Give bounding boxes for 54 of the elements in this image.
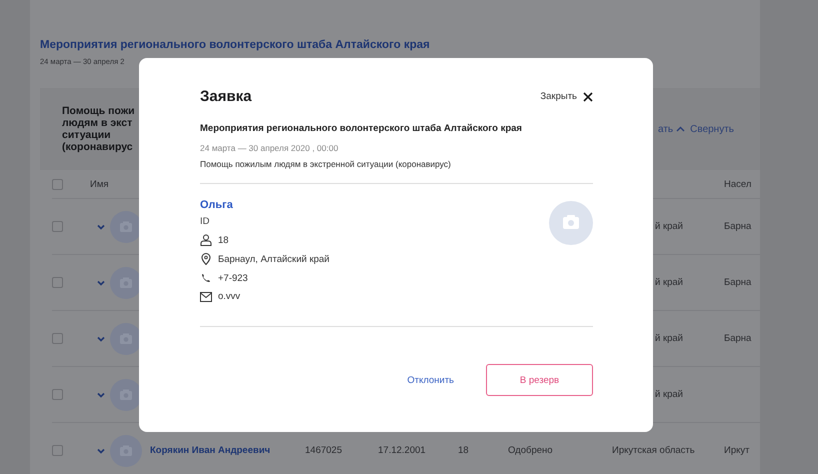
activity-title: людям в экст [62,117,134,129]
table-cell: Иркутская область [612,445,695,456]
table-cell: 18 [458,445,469,456]
chevron-down-icon[interactable] [97,448,105,454]
column-header[interactable]: Насел [724,178,752,190]
dialog-title: Заявка [200,88,252,105]
activity-title: ситуации [62,129,112,141]
chevron-up-icon [676,126,686,132]
action-link[interactable]: ать [658,124,674,134]
event-description: Помощь пожилым людям в экстренной ситуации (коронавирус) [200,159,452,169]
close-button[interactable]: Закрыть [540,91,593,102]
table-cell: 1467025 [305,445,342,456]
collapse-button[interactable]: Свернуть [676,124,734,134]
reject-button[interactable]: Отклонить [407,374,454,386]
detail-text: o.vvv [218,291,240,302]
activity-title: Помощь пожи [62,105,136,117]
table-cell: Барна [724,277,752,288]
chevron-down-icon[interactable] [97,336,105,342]
event-title: Мероприятия регионального волонтерского штаба Алтайского края [200,123,523,134]
checkbox[interactable] [52,277,63,288]
chevron-down-icon[interactable] [97,392,105,398]
detail-text: Барнаул, Алтайский край [218,254,330,264]
table-cell: Барна [724,333,752,344]
table-cell: й край [655,389,683,400]
chevron-down-icon[interactable] [97,224,105,230]
id-label: ID [200,216,210,227]
table-cell: й край [655,277,683,288]
person-icon [200,234,212,246]
avatar-camera-icon [549,201,593,245]
phone-icon [200,272,212,284]
checkbox[interactable] [52,221,63,232]
checkbox[interactable] [52,445,63,456]
column-header: Имя [90,178,109,190]
detail-text: +7-923 [218,272,248,284]
reserve-button[interactable]: В резерв [486,364,593,396]
table-cell: Одобрено [508,445,553,456]
mail-icon [200,292,212,302]
table-cell: Барна [724,221,752,232]
table-cell: Иркут [724,445,750,456]
close-icon [583,92,593,102]
detail-text: 18 [218,234,229,246]
page-title: Мероприятия регионального волонтерского штаба Алтайского края [40,39,431,51]
checkbox[interactable] [52,178,63,190]
table-cell: 17.12.2001 [378,445,426,456]
table-cell: й край [655,221,683,232]
activity-title: (коронавирус [62,141,134,153]
event-date: 24 марта — 30 апреля 2020 , 00:00 [200,143,340,153]
volunteer-name-link[interactable]: Корякин Иван Андреевич [150,445,270,456]
location-pin-icon [200,253,212,265]
checkbox[interactable] [52,333,63,344]
checkbox[interactable] [52,389,63,400]
chevron-down-icon[interactable] [97,280,105,286]
volunteer-name-link[interactable]: Ольга [200,199,330,211]
table-cell: й край [655,333,683,344]
